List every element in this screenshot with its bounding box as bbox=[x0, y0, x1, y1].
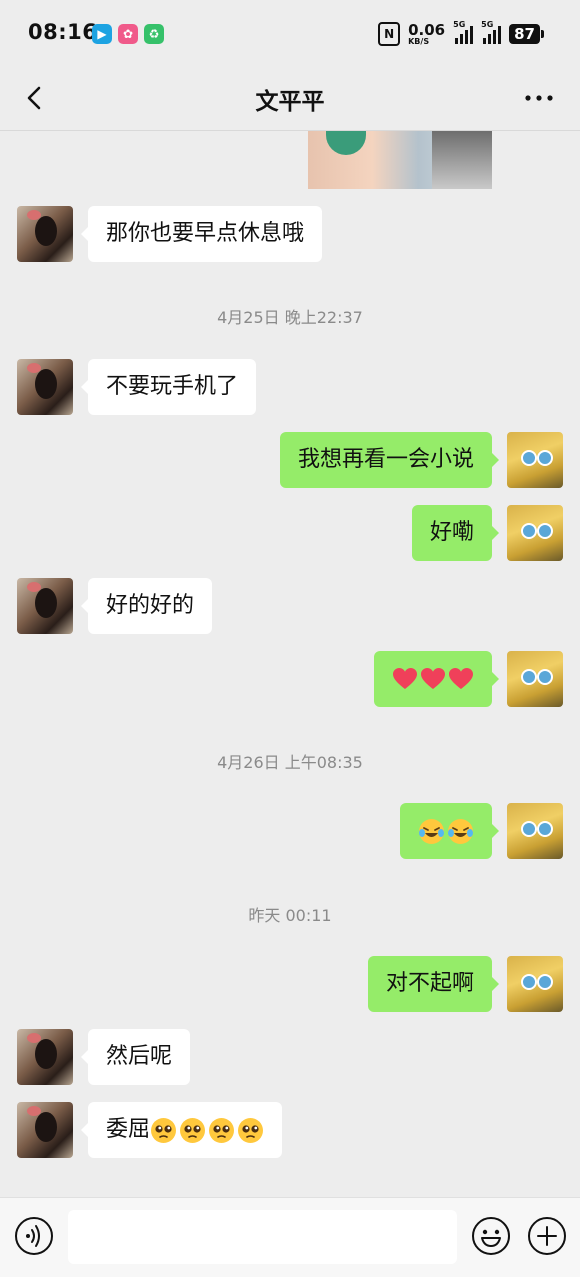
message-input[interactable] bbox=[68, 1210, 457, 1264]
signal-icon: 5G bbox=[453, 20, 474, 44]
sent-message[interactable]: 对不起啊 bbox=[367, 956, 500, 1012]
status-time: 08:16 bbox=[28, 20, 98, 44]
more-icon[interactable] bbox=[522, 84, 556, 112]
received-message[interactable]: 不要玩手机了 bbox=[80, 359, 257, 415]
paw-app-icon: ✿ bbox=[118, 24, 138, 44]
emoji-group bbox=[418, 818, 474, 845]
notification-icons: ▶ ✿ ♻ bbox=[92, 24, 164, 44]
timestamp: 4月25日 晚上22:37 bbox=[217, 308, 363, 327]
sent-message[interactable]: 我想再看一会小说 bbox=[279, 432, 500, 488]
image-message[interactable] bbox=[308, 131, 492, 189]
video-app-icon: ▶ bbox=[92, 24, 112, 44]
pleading-face-icon bbox=[209, 1117, 235, 1143]
input-bar bbox=[0, 1197, 580, 1277]
laugh-crying-icon bbox=[448, 818, 473, 844]
received-message[interactable]: 好的好的 bbox=[80, 578, 213, 634]
my-avatar[interactable] bbox=[507, 505, 563, 561]
pleading-face-icon bbox=[151, 1117, 177, 1143]
heart-icon bbox=[393, 668, 417, 689]
message-list[interactable]: 那你也要早点休息哦 4月25日 晚上22:37 不要玩手机了 我想再看一会小说 … bbox=[0, 131, 580, 1197]
laugh-crying-icon bbox=[419, 818, 444, 844]
received-message[interactable]: 然后呢 bbox=[80, 1029, 191, 1085]
timestamp: 4月26日 上午08:35 bbox=[217, 753, 363, 772]
timestamp: 昨天 00:11 bbox=[248, 906, 332, 925]
my-avatar[interactable] bbox=[507, 651, 563, 707]
nfc-icon: N bbox=[378, 22, 401, 46]
my-avatar[interactable] bbox=[507, 956, 563, 1012]
received-message[interactable]: 委屈 bbox=[80, 1102, 283, 1158]
contact-avatar[interactable] bbox=[17, 206, 73, 262]
message-text: 委屈 bbox=[106, 1117, 151, 1142]
chat-header: 文平平 bbox=[0, 66, 580, 131]
contact-avatar[interactable] bbox=[17, 359, 73, 415]
network-speed: 0.06 KB/S bbox=[408, 20, 446, 46]
add-icon[interactable] bbox=[526, 1215, 568, 1257]
chat-title: 文平平 bbox=[255, 89, 325, 115]
emoji-icon[interactable] bbox=[470, 1215, 512, 1257]
heart-icon bbox=[449, 668, 473, 689]
sent-message[interactable] bbox=[374, 651, 499, 707]
contact-avatar[interactable] bbox=[17, 1029, 73, 1085]
voice-icon[interactable] bbox=[14, 1216, 54, 1256]
pleading-face-icon bbox=[180, 1117, 206, 1143]
my-avatar[interactable] bbox=[507, 803, 563, 859]
signal-icon: 5G bbox=[481, 20, 502, 44]
green-app-icon: ♻ bbox=[144, 24, 164, 44]
battery-icon: 87 bbox=[509, 24, 544, 44]
status-bar: 08:16 ▶ ✿ ♻ N 0.06 KB/S 5G 5G 87 bbox=[0, 0, 580, 66]
emoji-group bbox=[150, 1117, 264, 1144]
sent-message[interactable]: 好嘞 bbox=[411, 505, 500, 561]
heart-icon bbox=[421, 668, 445, 689]
contact-avatar[interactable] bbox=[17, 578, 73, 634]
received-message[interactable]: 那你也要早点休息哦 bbox=[80, 206, 323, 262]
pleading-face-icon bbox=[238, 1117, 264, 1143]
contact-avatar[interactable] bbox=[17, 1102, 73, 1158]
sent-message[interactable] bbox=[400, 803, 499, 859]
emoji-group bbox=[392, 667, 474, 691]
my-avatar[interactable] bbox=[507, 432, 563, 488]
system-icons: N 0.06 KB/S 5G 5G 87 bbox=[378, 20, 544, 46]
